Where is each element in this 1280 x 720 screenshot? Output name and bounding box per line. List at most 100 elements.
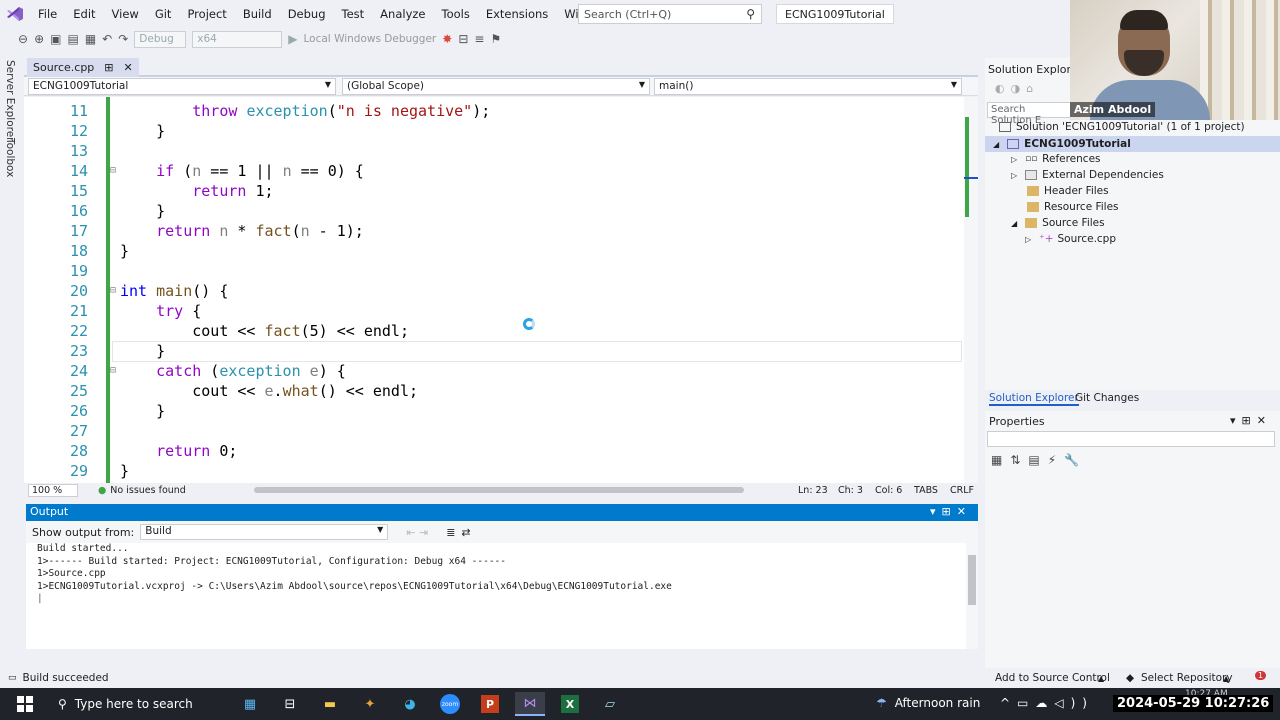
tab-git-changes[interactable]: Git Changes [1075,392,1139,404]
code-line[interactable]: } [120,461,129,481]
menu-tools[interactable]: Tools [434,0,478,28]
configuration-select[interactable]: Debug [134,30,187,48]
hot-reload-icon[interactable]: ✸ [442,32,452,46]
search-input[interactable]: Search (Ctrl+Q) ⚲ [578,4,762,24]
menu-git[interactable]: Git [147,0,180,28]
fold-icon[interactable]: ⊟ [110,165,116,176]
fold-icon[interactable]: ⊟ [110,285,116,296]
properties-toolbar-icons[interactable]: ▦⇅▤⚡🔧 [991,453,1087,467]
code-line[interactable]: throw exception("n is negative"); [120,101,490,121]
tab-source-cpp[interactable]: Source.cpp ⊞ ✕ [27,58,139,77]
references-node[interactable]: ▷ ▫▫ References [1011,153,1101,165]
solution-search-input[interactable]: Search Solution E [987,102,1071,126]
home-icon[interactable]: ◐◑⌂ [995,82,1039,95]
menu-edit[interactable]: Edit [65,0,103,28]
comment-icon[interactable]: ≡ [474,32,484,46]
horizontal-scrollbar-thumb[interactable] [254,487,744,493]
zoom-icon[interactable]: zoom [435,692,465,716]
scope-dropdown[interactable]: (Global Scope) ▼ [342,78,650,95]
zoom-select[interactable]: 100 % [28,484,78,497]
flag-icon[interactable]: ⚑ [490,32,501,46]
source-cpp-node[interactable]: ▷ ⁺+ Source.cpp [1025,233,1116,245]
code-line[interactable]: cout << e.what() << endl; [120,381,418,401]
forward-icon[interactable]: ⊕ [34,32,44,46]
output-scrollbar[interactable] [966,543,978,649]
line-ending[interactable]: CRLF [950,485,974,496]
code-line[interactable]: } [120,341,165,361]
code-line[interactable]: } [120,201,165,221]
code-line[interactable]: catch (exception e) { [120,361,346,381]
menu-analyze[interactable]: Analyze [372,0,433,28]
code-line[interactable]: try { [120,301,201,321]
find-message-icon[interactable]: ⇤ ⇥ [406,526,428,539]
clear-all-icon[interactable]: ≣ [446,526,455,539]
menu-extensions[interactable]: Extensions [478,0,556,28]
visual-studio-logo-icon[interactable] [0,0,30,28]
code-line[interactable]: return n * fact(n - 1); [120,221,364,241]
bookmark-icon[interactable]: ⊟ [458,32,468,46]
code-line[interactable]: return 0; [120,441,237,461]
source-files-node[interactable]: ◢ Source Files [1011,217,1105,229]
toolbox-tab[interactable]: Toolbox [4,138,16,177]
visual-studio-icon[interactable]: ⋈ [515,692,545,716]
close-icon[interactable]: ✕ [124,61,133,74]
debugger-button[interactable]: Local Windows Debugger [304,33,437,45]
powerpoint-icon[interactable]: P [475,692,505,716]
project-node[interactable]: ◢ ECNG1009Tutorial [985,136,1280,152]
resource-files-node[interactable]: Resource Files [1027,201,1119,213]
menu-debug[interactable]: Debug [280,0,334,28]
taskbar-search[interactable]: ⚲ Type here to search [50,688,230,720]
properties-object-select[interactable] [987,431,1275,447]
undo-icon[interactable]: ↶ [102,32,112,46]
member-dropdown[interactable]: main() ▼ [654,78,962,95]
editor-vertical-scrollbar[interactable] [964,97,978,483]
menu-view[interactable]: View [104,0,147,28]
external-dependencies-node[interactable]: ▷ External Dependencies [1011,169,1164,181]
code-line[interactable]: if (n == 1 || n == 0) { [120,161,364,181]
notepad-icon[interactable]: ▱ [595,692,625,716]
open-icon[interactable]: ▤ [67,32,78,46]
server-explorer-tab[interactable]: Server Explorer [4,60,16,142]
menu-build[interactable]: Build [235,0,280,28]
project-dropdown[interactable]: ECNG1009Tutorial ▼ [28,78,336,95]
new-project-icon[interactable]: ▣ [50,32,61,46]
play-icon[interactable]: ▶ [288,32,297,46]
tab-solution-explorer[interactable]: Solution Explorer [989,392,1079,406]
word-wrap-icon[interactable]: ⇄ [461,526,470,539]
output-source-select[interactable]: Build ▼ [140,524,389,540]
output-text[interactable]: Build started... 1>------ Build started: … [26,543,966,649]
edge-icon[interactable]: ◕ [395,692,425,716]
widgets-icon[interactable]: ▦ [235,692,265,716]
panel-controls-icon[interactable]: ▾⊞✕ [1230,414,1272,427]
menu-test[interactable]: Test [334,0,373,28]
windows-start-icon[interactable] [5,692,45,716]
app-icon[interactable]: ✦ [355,692,385,716]
file-explorer-icon[interactable]: ▬ [315,692,345,716]
redo-icon[interactable]: ↷ [118,32,128,46]
notification-badge[interactable]: 1 [1255,671,1267,680]
menu-project[interactable]: Project [179,0,234,28]
panel-controls-icon[interactable]: ▾⊞✕ [930,505,972,518]
code-line[interactable]: } [120,241,129,261]
header-files-node[interactable]: Header Files [1027,185,1109,197]
select-repository-button[interactable]: Select Repository [1141,672,1233,684]
system-tray-icons[interactable]: ^▭☁◁)) [1000,696,1094,710]
code-line[interactable]: cout << fact(5) << endl; [120,321,409,341]
indent-mode[interactable]: TABS [914,485,938,496]
back-icon[interactable]: ⊖ [18,32,28,46]
add-source-control-button[interactable]: Add to Source Control [995,672,1110,684]
save-icon[interactable]: ▦ [85,32,96,46]
menu-file[interactable]: File [30,0,65,28]
code-line[interactable]: int main() { [120,281,228,301]
code-line[interactable]: return 1; [120,181,273,201]
platform-select[interactable]: x64 [192,30,283,48]
code-editor[interactable]: 11 12 13 14 15 16 17 18 19 20 21 22 23 24 25 26 27 28 29 ⊟… [24,97,964,483]
code-line[interactable]: } [120,121,165,141]
solution-node[interactable]: Solution 'ECNG1009Tutorial' (1 of 1 proj… [999,121,1245,133]
task-view-icon[interactable]: ⊟ [275,692,305,716]
excel-icon[interactable]: X [555,692,585,716]
issues-label[interactable]: No issues found [110,485,186,496]
weather-widget[interactable]: ☂ Afternoon rain [876,696,980,710]
pin-icon[interactable]: ⊞ [104,61,113,74]
code-line[interactable]: } [120,401,165,421]
